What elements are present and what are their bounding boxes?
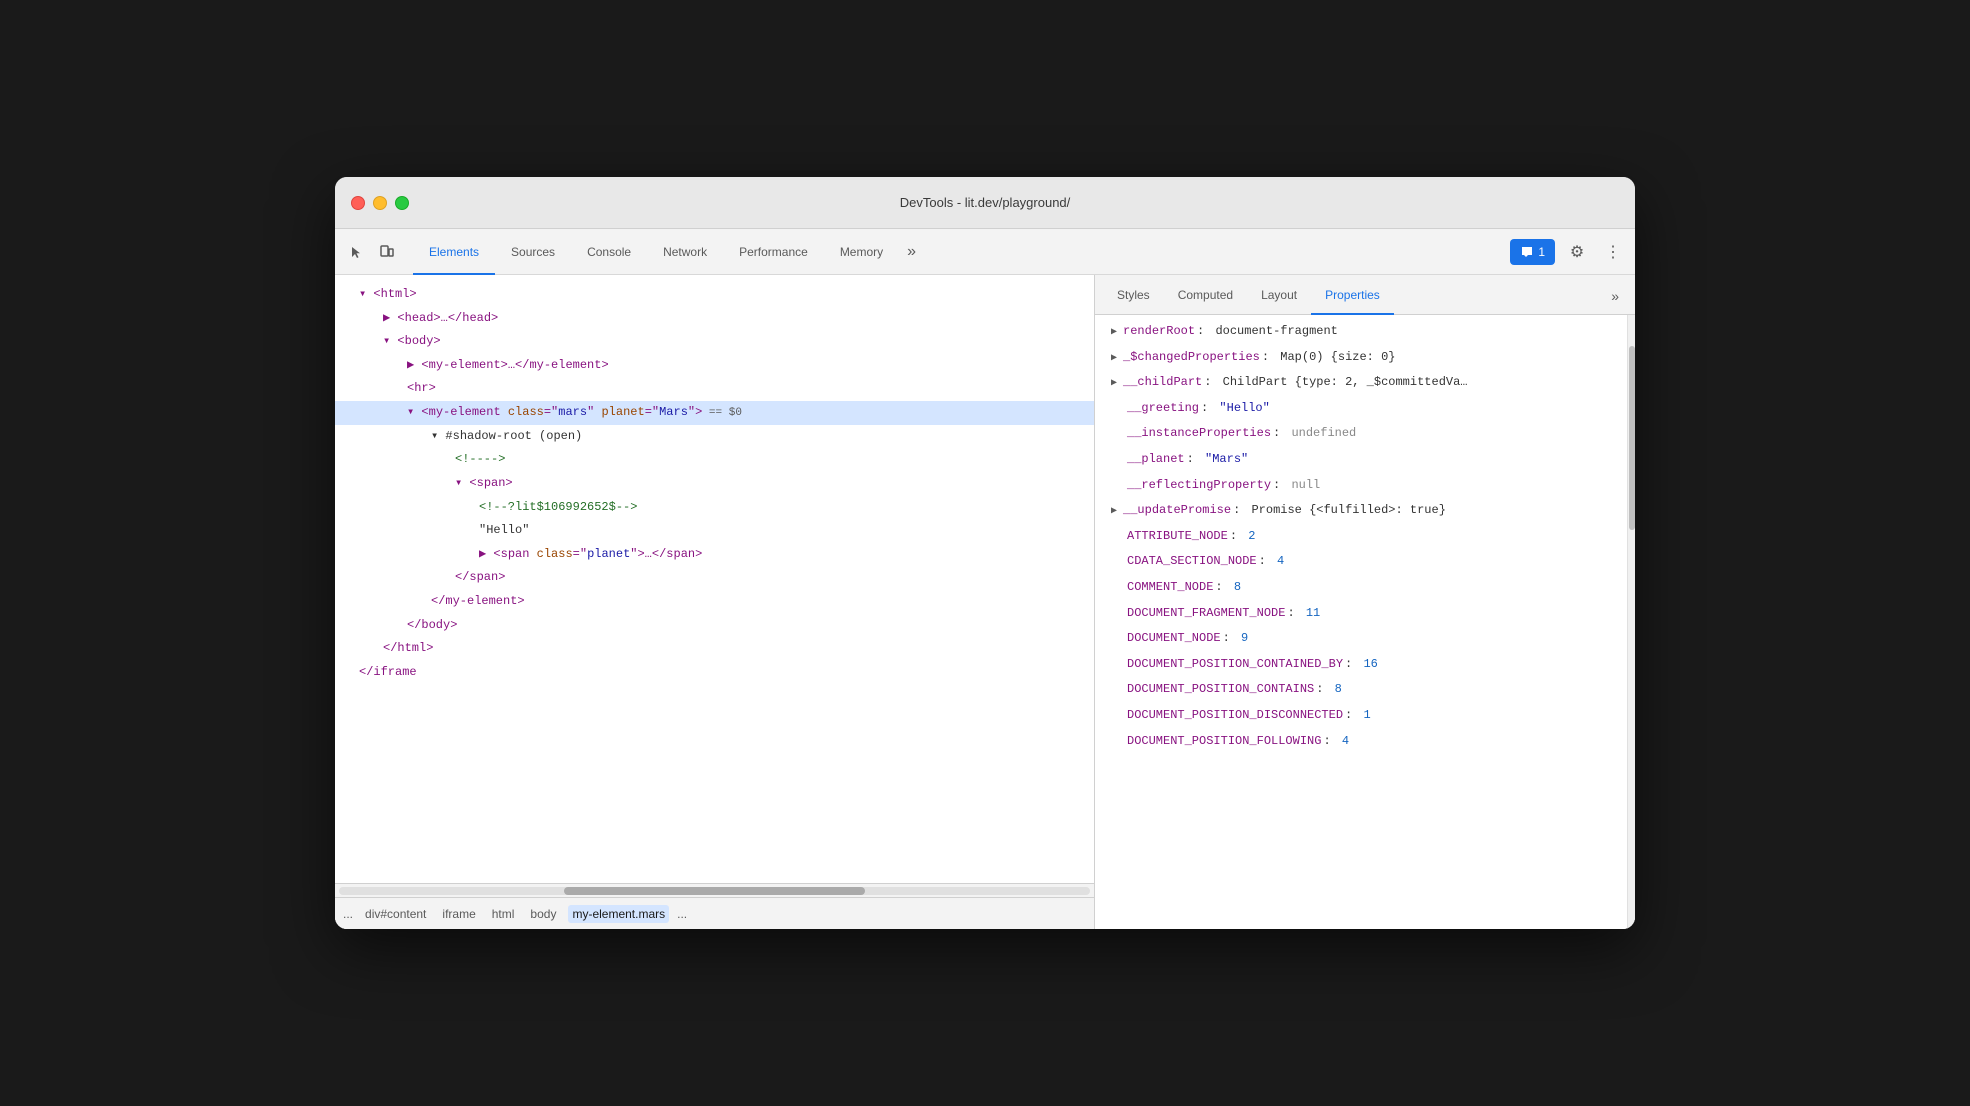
dom-line-shadow-root[interactable]: ▾ #shadow-root (open)	[335, 425, 1094, 449]
prop-COMMENT_NODE[interactable]: COMMENT_NODE : 8	[1095, 575, 1627, 601]
tab-properties[interactable]: Properties	[1311, 276, 1394, 315]
dom-line-hello[interactable]: "Hello"	[335, 519, 1094, 543]
tab-sources[interactable]: Sources	[495, 230, 571, 275]
more-icon: ⋮	[1605, 242, 1621, 262]
breadcrumb-more-right[interactable]: ...	[677, 907, 687, 921]
tab-network[interactable]: Network	[647, 230, 723, 275]
dom-line-span-planet[interactable]: ▶ <span class="planet">…</span>	[335, 543, 1094, 567]
dom-line-close-my-element[interactable]: </my-element>	[335, 590, 1094, 614]
right-scrollbar-thumb	[1629, 346, 1635, 530]
prop-childPart[interactable]: ▶ __childPart : ChildPart {type: 2, _$co…	[1095, 370, 1627, 396]
dom-line-span[interactable]: ▾ <span>	[335, 472, 1094, 496]
prop-DOCUMENT_NODE[interactable]: DOCUMENT_NODE : 9	[1095, 626, 1627, 652]
prop-renderRoot[interactable]: ▶ renderRoot : document-fragment	[1095, 319, 1627, 345]
dom-tree[interactable]: ▾ <html> ▶ <head>…</head> ▾ <body> ▶ <my…	[335, 275, 1094, 883]
breadcrumb-my-element-mars[interactable]: my-element.mars	[568, 905, 669, 923]
dom-line-close-html[interactable]: </html>	[335, 637, 1094, 661]
left-panel: ▾ <html> ▶ <head>…</head> ▾ <body> ▶ <my…	[335, 275, 1095, 929]
titlebar: DevTools - lit.dev/playground/	[335, 177, 1635, 229]
breadcrumb-body[interactable]: body	[526, 905, 560, 923]
prop-ATTRIBUTE_NODE[interactable]: ATTRIBUTE_NODE : 2	[1095, 524, 1627, 550]
toolbar-right: 1 ⚙ ⋮	[1510, 238, 1627, 266]
scrollbar-track	[339, 887, 1090, 895]
more-tabs-button[interactable]: »	[899, 229, 924, 274]
toolbar-icons	[343, 238, 401, 266]
feedback-count: 1	[1538, 245, 1545, 259]
breadcrumb-div-content[interactable]: div#content	[361, 905, 430, 923]
tab-elements[interactable]: Elements	[413, 230, 495, 275]
prop-greeting[interactable]: __greeting : "Hello"	[1095, 396, 1627, 422]
right-panel-inner: ▶ renderRoot : document-fragment ▶ _$cha…	[1095, 315, 1635, 929]
right-panel: Styles Computed Layout Properties » ▶ re…	[1095, 275, 1635, 929]
minimize-button[interactable]	[373, 196, 387, 210]
prop-reflectingProperty[interactable]: __reflectingProperty : null	[1095, 473, 1627, 499]
prop-updatePromise[interactable]: ▶ __updatePromise : Promise {<fulfilled>…	[1095, 498, 1627, 524]
tab-computed[interactable]: Computed	[1164, 276, 1247, 315]
breadcrumb-iframe[interactable]: iframe	[438, 905, 479, 923]
feedback-button[interactable]: 1	[1510, 239, 1555, 265]
top-toolbar: Elements Sources Console Network Perform…	[335, 229, 1635, 275]
dom-line-my-element-1[interactable]: ▶ <my-element>…</my-element>	[335, 354, 1094, 378]
prop-changedProperties[interactable]: ▶ _$changedProperties : Map(0) {size: 0}	[1095, 345, 1627, 371]
prop-DOCUMENT_POSITION_DISCONNECTED[interactable]: DOCUMENT_POSITION_DISCONNECTED : 1	[1095, 703, 1627, 729]
devtools-body: Elements Sources Console Network Perform…	[335, 229, 1635, 929]
dom-line-close-body[interactable]: </body>	[335, 614, 1094, 638]
expand-renderRoot[interactable]: ▶	[1111, 324, 1117, 342]
tab-layout[interactable]: Layout	[1247, 276, 1311, 315]
dom-line-close-span[interactable]: </span>	[335, 566, 1094, 590]
prop-planet[interactable]: __planet : "Mars"	[1095, 447, 1627, 473]
prop-DOCUMENT_POSITION_FOLLOWING[interactable]: DOCUMENT_POSITION_FOLLOWING : 4	[1095, 729, 1627, 755]
breadcrumb-bar: ... div#content iframe html body my-elem…	[335, 897, 1094, 929]
prop-CDATA_SECTION_NODE[interactable]: CDATA_SECTION_NODE : 4	[1095, 549, 1627, 575]
more-options-button[interactable]: ⋮	[1599, 238, 1627, 266]
maximize-button[interactable]	[395, 196, 409, 210]
expand-updatePromise[interactable]: ▶	[1111, 503, 1117, 521]
expand-changedProperties[interactable]: ▶	[1111, 350, 1117, 368]
main-tabs: Elements Sources Console Network Perform…	[413, 229, 1506, 274]
right-tabs: Styles Computed Layout Properties »	[1095, 275, 1635, 315]
main-content: ▾ <html> ▶ <head>…</head> ▾ <body> ▶ <my…	[335, 275, 1635, 929]
breadcrumb-html[interactable]: html	[488, 905, 519, 923]
dom-line-comment-1[interactable]: <!---->	[335, 448, 1094, 472]
tab-memory[interactable]: Memory	[824, 230, 899, 275]
dom-line-body[interactable]: ▾ <body>	[335, 330, 1094, 354]
right-more-tabs-button[interactable]: »	[1603, 276, 1627, 315]
settings-button[interactable]: ⚙	[1563, 238, 1591, 266]
tab-console[interactable]: Console	[571, 230, 647, 275]
prop-DOCUMENT_POSITION_CONTAINS[interactable]: DOCUMENT_POSITION_CONTAINS : 8	[1095, 677, 1627, 703]
horizontal-scrollbar[interactable]	[335, 883, 1094, 897]
prop-DOCUMENT_POSITION_CONTAINED_BY[interactable]: DOCUMENT_POSITION_CONTAINED_BY : 16	[1095, 652, 1627, 678]
device-toggle-button[interactable]	[373, 238, 401, 266]
dom-line-lit-comment[interactable]: <!--?lit$106992652$-->	[335, 496, 1094, 520]
dom-line-close-iframe[interactable]: </iframe	[335, 661, 1094, 685]
close-button[interactable]	[351, 196, 365, 210]
element-picker-button[interactable]	[343, 238, 371, 266]
devtools-window: DevTools - lit.dev/playground/ E	[335, 177, 1635, 929]
traffic-lights	[351, 196, 409, 210]
prop-DOCUMENT_FRAGMENT_NODE[interactable]: DOCUMENT_FRAGMENT_NODE : 11	[1095, 601, 1627, 627]
dom-line-my-element-mars[interactable]: ▾ <my-element class="mars" planet="Mars"…	[335, 401, 1094, 425]
properties-panel[interactable]: ▶ renderRoot : document-fragment ▶ _$cha…	[1095, 315, 1627, 929]
scrollbar-thumb	[564, 887, 864, 895]
dom-line-hr[interactable]: <hr>	[335, 377, 1094, 401]
tag-html: ▾ <html>	[359, 287, 417, 301]
right-scrollbar[interactable]	[1627, 315, 1635, 929]
breadcrumb-more-left[interactable]: ...	[343, 907, 353, 921]
tab-styles[interactable]: Styles	[1103, 276, 1164, 315]
dom-line-head[interactable]: ▶ <head>…</head>	[335, 307, 1094, 331]
expand-childPart[interactable]: ▶	[1111, 375, 1117, 393]
prop-instanceProperties[interactable]: __instanceProperties : undefined	[1095, 421, 1627, 447]
dom-line-html[interactable]: ▾ <html>	[335, 283, 1094, 307]
settings-icon: ⚙	[1570, 242, 1584, 262]
tab-performance[interactable]: Performance	[723, 230, 824, 275]
window-title: DevTools - lit.dev/playground/	[900, 195, 1071, 210]
